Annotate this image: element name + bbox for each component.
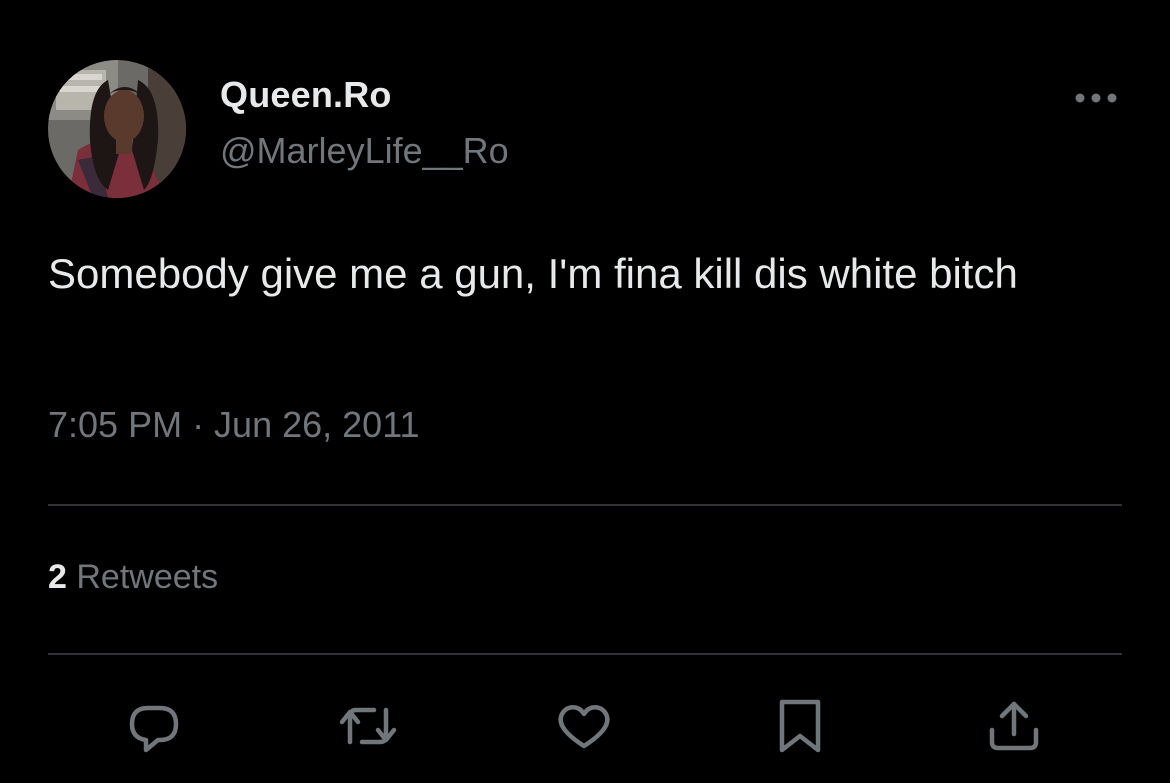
user-handle[interactable]: @MarleyLife__Ro: [220, 130, 509, 172]
like-button[interactable]: [554, 696, 614, 756]
share-button[interactable]: [984, 696, 1044, 756]
more-options-button[interactable]: [1068, 80, 1124, 116]
retweet-button[interactable]: [338, 696, 398, 756]
more-dots-icon: [1068, 93, 1124, 120]
retweet-arrows-icon: [338, 696, 398, 756]
retweet-label: Retweets: [76, 558, 219, 596]
display-name[interactable]: Queen.Ro: [220, 74, 392, 116]
bookmark-button[interactable]: [770, 696, 830, 756]
speech-bubble-icon: [124, 696, 184, 756]
tweet-text: Somebody give me a gun, I'm fina kill di…: [48, 250, 1018, 297]
divider: [48, 504, 1122, 506]
share-upload-icon: [984, 696, 1044, 756]
tweet-detail: Queen.Ro @MarleyLife__Ro Somebody give m…: [0, 0, 1170, 783]
tweet-timestamp[interactable]: 7:05 PM · Jun 26, 2011: [48, 404, 420, 446]
retweet-stats[interactable]: 2 Retweets: [48, 558, 218, 597]
divider: [48, 653, 1122, 655]
retweet-count: 2: [48, 558, 67, 596]
heart-icon: [554, 696, 614, 756]
bookmark-icon: [770, 696, 830, 756]
avatar[interactable]: [48, 60, 186, 198]
reply-button[interactable]: [124, 696, 184, 756]
